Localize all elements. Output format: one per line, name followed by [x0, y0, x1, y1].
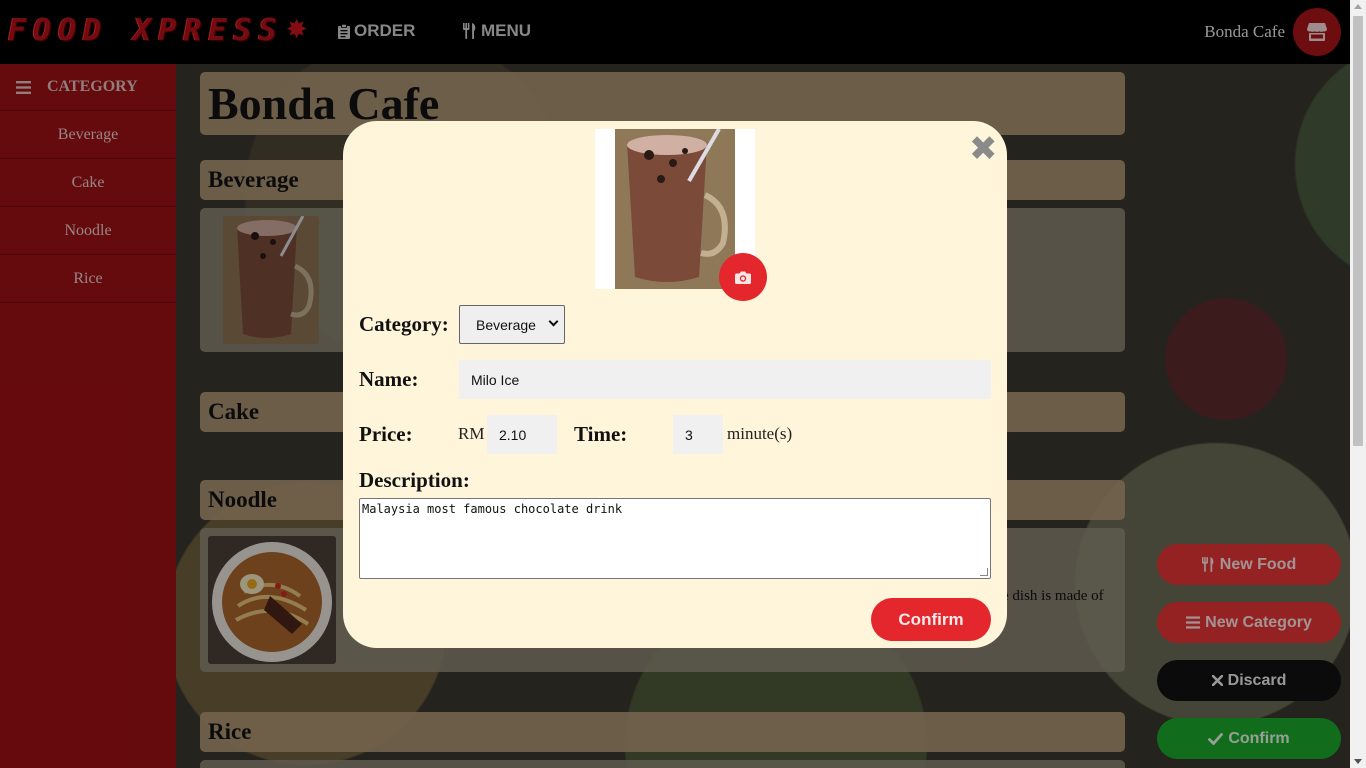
close-icon[interactable]: ✖: [969, 132, 998, 166]
food-photo: [615, 129, 735, 289]
name-input-value: Milo Ice: [471, 371, 520, 388]
time-unit-label: minute(s): [727, 424, 793, 443]
modal-confirm-button[interactable]: Confirm: [871, 598, 991, 641]
name-input[interactable]: Milo Ice: [459, 360, 991, 399]
chevron-down-icon: [548, 316, 559, 327]
price-input[interactable]: 2.10: [487, 415, 557, 454]
name-label: Name:: [359, 367, 419, 391]
camera-icon: [735, 271, 751, 284]
price-input-value: 2.10: [499, 426, 527, 443]
time-input[interactable]: 3: [673, 415, 723, 454]
edit-food-modal: ✖ Category: Beverage Name: Milo Ice Pric…: [343, 121, 1007, 648]
time-label: Time:: [574, 422, 628, 446]
description-textarea[interactable]: Malaysia most famous chocolate drink: [359, 498, 991, 579]
category-label: Category:: [359, 312, 449, 336]
currency-label: RM: [458, 424, 485, 443]
scroll-thumb[interactable]: [1353, 16, 1363, 446]
resize-grip-icon[interactable]: [980, 568, 988, 576]
scroll-down-arrow-icon[interactable]: [1354, 759, 1362, 764]
upload-photo-button[interactable]: [719, 253, 767, 301]
category-select[interactable]: Beverage: [459, 305, 565, 344]
description-label: Description:: [359, 468, 470, 492]
page-scrollbar[interactable]: [1350, 0, 1366, 768]
time-input-value: 3: [685, 426, 693, 443]
category-select-value: Beverage: [476, 316, 536, 333]
description-value: Malaysia most famous chocolate drink: [362, 502, 623, 516]
scroll-up-arrow-icon[interactable]: [1354, 4, 1362, 9]
price-label: Price:: [359, 422, 413, 446]
